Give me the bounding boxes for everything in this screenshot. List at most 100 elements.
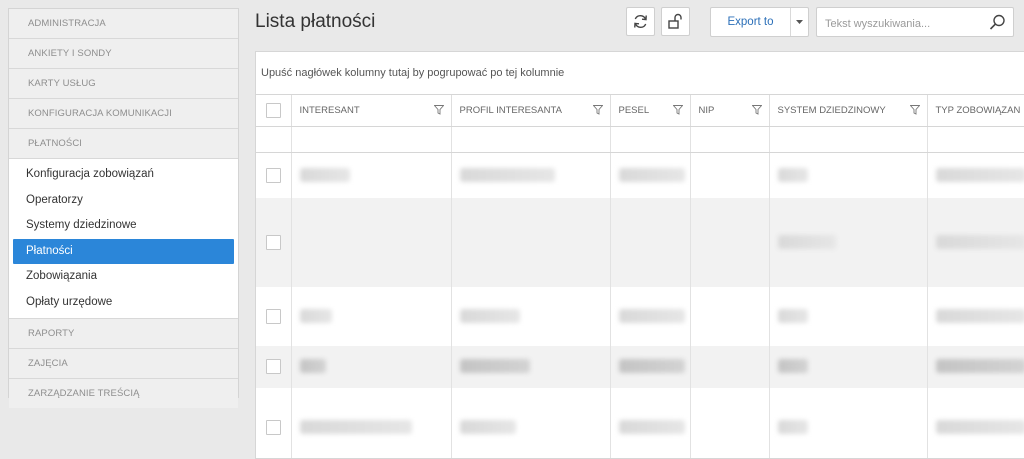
row-checkbox-cell (256, 152, 292, 198)
redacted-value (618, 359, 685, 374)
redacted-value (935, 420, 1024, 435)
column-label: INTERESANT (299, 105, 360, 116)
filter-cell[interactable] (769, 126, 928, 153)
redacted-value (777, 168, 808, 183)
column-label: PROFIL INTERESANTA (459, 105, 562, 116)
sidebar-section-platnosci[interactable]: PŁATNOŚCI (9, 129, 238, 159)
cell-system (769, 345, 928, 388)
filter-icon[interactable] (672, 105, 683, 115)
cell-pesel (610, 197, 691, 287)
sidebar-section-administracja[interactable]: ADMINISTRACJA (9, 9, 238, 39)
row-checkbox[interactable] (265, 420, 281, 435)
sidebar-section-raporty[interactable]: RAPORTY (9, 319, 238, 349)
column-header-profil-interesanta[interactable]: PROFIL INTERESANTA (451, 95, 611, 127)
column-label: TYP ZOBOWIĄZAN (935, 105, 1021, 116)
column-header-nip[interactable]: NIP (690, 95, 770, 127)
sidebar-platnosci-items: Konfiguracja zobowiązań Operatorzy Syste… (9, 159, 238, 319)
redacted-value (777, 420, 808, 435)
cell-profil (451, 286, 611, 346)
table-row[interactable] (256, 387, 1024, 459)
table-row[interactable] (256, 197, 1024, 287)
cell-profil (451, 345, 611, 388)
sidebar-section-karty-uslug[interactable]: KARTY USŁUG (9, 69, 238, 99)
unlock-button[interactable] (661, 7, 690, 36)
cell-interesant (291, 197, 452, 287)
cell-nip (690, 387, 770, 458)
sidebar-menu: ADMINISTRACJA ANKIETY I SONDY KARTY USŁU… (8, 8, 239, 408)
column-header-interesant[interactable]: INTERESANT (291, 95, 452, 127)
select-all-checkbox[interactable] (265, 103, 281, 118)
export-dropdown[interactable]: Export to (710, 7, 809, 37)
page-title: Lista płatności (255, 11, 376, 32)
redacted-value (935, 359, 1024, 374)
cell-pesel (610, 286, 691, 346)
row-checkbox-cell (256, 345, 292, 388)
row-checkbox[interactable] (265, 234, 281, 250)
sidebar-item-platnosci[interactable]: Płatności (13, 238, 234, 264)
redacted-value (459, 420, 516, 435)
redacted-value (618, 168, 685, 183)
cell-system (769, 152, 928, 198)
sidebar-item-systemy-dziedzinowe[interactable]: Systemy dziedzinowe (9, 213, 238, 239)
filter-cell[interactable] (451, 126, 611, 153)
search-input[interactable] (823, 14, 987, 33)
redacted-value (935, 234, 1024, 249)
redacted-value (459, 308, 520, 323)
cell-pesel (610, 387, 691, 458)
filter-cell[interactable] (690, 126, 770, 153)
cell-pesel (610, 345, 691, 388)
redacted-value (777, 359, 808, 374)
sidebar-section-zarzadzanie-trescia[interactable]: ZARZĄDZANIE TREŚCIĄ (9, 379, 238, 408)
redacted-value (935, 308, 1024, 323)
search-box[interactable] (816, 7, 1014, 37)
filter-icon[interactable] (751, 105, 762, 115)
row-checkbox[interactable] (265, 167, 281, 183)
filter-cell[interactable] (610, 126, 691, 153)
redacted-value (459, 359, 530, 374)
cell-system (769, 197, 928, 287)
export-caret[interactable] (791, 8, 808, 36)
filter-icon[interactable] (433, 105, 444, 115)
table-row[interactable] (256, 152, 1024, 198)
column-header-typ-zobowiazania[interactable]: TYP ZOBOWIĄZAN (927, 95, 1024, 127)
sidebar-section-ankiety[interactable]: ANKIETY I SONDY (9, 39, 238, 69)
column-label: NIP (698, 105, 715, 116)
cell-pesel (610, 152, 691, 198)
redacted-value (935, 168, 1024, 183)
filter-cell[interactable] (291, 126, 452, 153)
cell-typ (927, 388, 1024, 459)
column-header-system-dziedzinowy[interactable]: SYSTEM DZIEDZINOWY (769, 95, 928, 127)
chevron-down-icon (796, 19, 803, 24)
sidebar-item-konfiguracja-zobowiazan[interactable]: Konfiguracja zobowiązań (9, 162, 238, 188)
sidebar-section-konfiguracja-komunikacji[interactable]: KONFIGURACJA KOMUNIKACJI (9, 99, 238, 129)
column-header-pesel[interactable]: PESEL (610, 95, 691, 127)
column-label: SYSTEM DZIEDZINOWY (777, 105, 886, 116)
export-button[interactable]: Export to (711, 8, 791, 36)
sidebar-item-zobowiazania[interactable]: Zobowiązania (9, 264, 238, 290)
cell-typ (927, 287, 1024, 346)
sidebar-item-oplaty-urzedowe[interactable]: Opłaty urzędowe (9, 290, 238, 316)
payments-table: INTERESANT PROFIL INTERESANTA PESEL NIP … (256, 95, 1024, 459)
search-icon[interactable] (989, 14, 1006, 31)
filter-icon[interactable] (592, 105, 603, 115)
payments-grid: Upuść nagłówek kolumny tutaj by pogrupow… (255, 51, 1024, 459)
table-row[interactable] (256, 286, 1024, 346)
cell-nip (690, 286, 770, 346)
filter-row (256, 126, 1024, 153)
refresh-button[interactable] (626, 7, 655, 36)
sidebar-item-operatorzy[interactable]: Operatorzy (9, 188, 238, 214)
sidebar-section-zajecia[interactable]: ZAJĘCIA (9, 349, 238, 379)
cell-interesant (291, 387, 452, 458)
cell-nip (690, 152, 770, 198)
cell-system (769, 387, 928, 458)
filter-icon[interactable] (909, 105, 920, 115)
filter-cell[interactable] (927, 126, 1024, 153)
row-checkbox[interactable] (265, 308, 281, 324)
redacted-value (299, 359, 326, 374)
cell-interesant (291, 345, 452, 388)
redacted-value (299, 420, 412, 435)
table-row[interactable] (256, 345, 1024, 388)
table-header-row: INTERESANT PROFIL INTERESANTA PESEL NIP … (256, 95, 1024, 127)
cell-interesant (291, 286, 452, 346)
row-checkbox[interactable] (265, 359, 281, 374)
